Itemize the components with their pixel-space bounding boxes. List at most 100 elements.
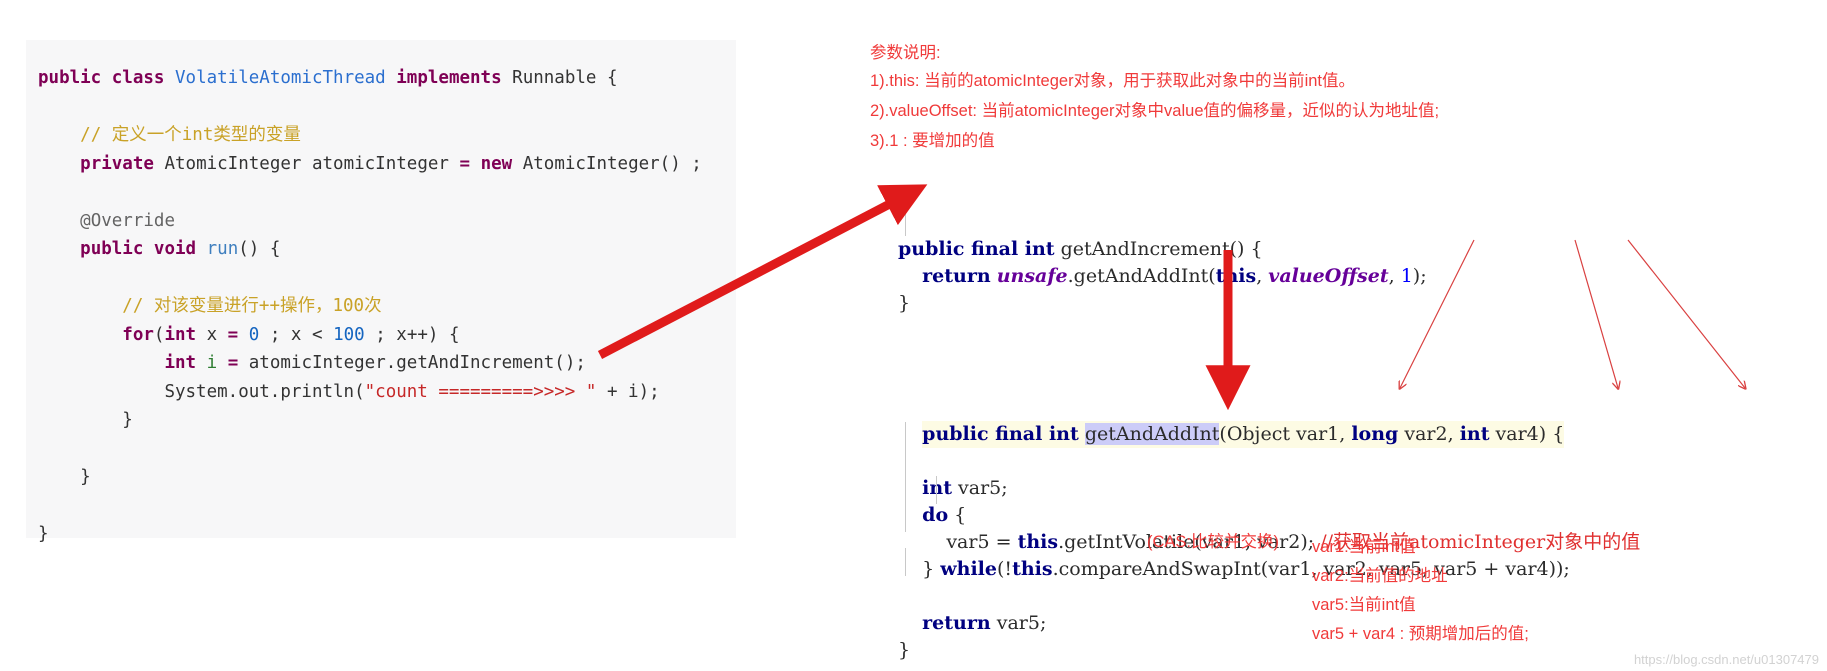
code-token: public final int	[922, 423, 1079, 445]
indent-guide-2	[905, 422, 906, 532]
code-token: private	[80, 153, 154, 174]
code-line: }	[26, 520, 736, 549]
var-legend-4: var5 + var4 : 预期增加后的值;	[1312, 625, 1529, 643]
code-line: public void run() {	[26, 235, 736, 264]
code-token: long	[1351, 423, 1399, 445]
code-token: class	[111, 68, 165, 88]
var-legend-3: var5:当前int值	[1312, 596, 1416, 614]
param-notes-title: 参数说明:	[870, 44, 941, 62]
param-note-3: 3).1 : 要增加的值	[870, 132, 995, 150]
code-token: unsafe	[996, 265, 1068, 287]
code-token: return	[922, 265, 991, 287]
code-token: var5;	[990, 612, 1047, 634]
indent-guide-4	[905, 548, 906, 576]
arrow-valueoffset-to-var2	[1574, 239, 1618, 388]
code-token: // 对该变量进行++操作，100次	[122, 296, 382, 316]
code-token: this	[1017, 531, 1059, 553]
code-line: private AtomicInteger atomicInteger = ne…	[26, 150, 736, 179]
code-token: }	[38, 524, 49, 544]
code-line: } while(!this.compareAndSwapInt(var1, va…	[898, 556, 1640, 583]
var-legend-1: var1:当前int值	[1312, 538, 1416, 556]
code-token: (!	[997, 558, 1013, 580]
code-token: this	[1012, 558, 1053, 580]
param-note-1: 1).this: 当前的atomicInteger对象，用于获取此对象中的当前i…	[870, 72, 1355, 90]
code-token: System.out.println(	[164, 381, 365, 402]
code-token: i	[206, 353, 218, 373]
code-token: do	[922, 504, 949, 526]
code-token: <	[312, 324, 323, 345]
code-token: public	[38, 68, 102, 88]
code-line: System.out.println("count =========>>>> …	[26, 378, 736, 407]
code-token: }	[898, 639, 911, 661]
code-token: }	[898, 292, 911, 314]
code-token: Runnable {	[501, 68, 618, 88]
code-token: ; x	[259, 324, 312, 345]
code-token: run	[206, 239, 239, 259]
code-token: ; x++) {	[364, 324, 460, 345]
code-token: x	[196, 324, 228, 345]
code-line: for(int x = 0 ; x < 100 ; x++) {	[26, 321, 736, 350]
code-token: ,	[1388, 265, 1401, 287]
code-token: public final int	[898, 238, 1055, 260]
code-line: }	[26, 463, 736, 492]
left-code-lines: public class VolatileAtomicThread implem…	[26, 64, 736, 549]
code-token: var2,	[1398, 423, 1460, 445]
code-token: .getAndAddInt(	[1067, 265, 1216, 287]
code-token: getAndIncrement() {	[1054, 238, 1263, 260]
code-token: while	[940, 558, 997, 580]
code-token: var4) {	[1489, 423, 1565, 445]
var-legend-2: var2:当前值的地址	[1312, 567, 1448, 585]
indent-guide-3	[936, 476, 937, 504]
get-and-increment-code: public final int getAndIncrement() { ret…	[898, 182, 1427, 371]
code-token: =	[459, 153, 471, 174]
code-token: );	[1412, 265, 1427, 287]
code-token: new	[480, 153, 513, 174]
code-token: ,	[1256, 265, 1269, 287]
code-token: int	[164, 353, 197, 373]
code-token: valueOffset	[1268, 265, 1389, 287]
code-token: =	[227, 324, 239, 345]
code-token: implements	[396, 68, 502, 88]
code-token: }	[38, 410, 133, 430]
code-token: (Object var1,	[1219, 423, 1352, 445]
code-token: void	[153, 239, 197, 259]
code-line: do {	[898, 502, 1640, 529]
code-token: atomicInteger.getAndIncrement();	[238, 353, 586, 373]
left-code-panel: public class VolatileAtomicThread implem…	[26, 40, 736, 544]
indent-guide-1	[905, 208, 906, 236]
code-line: return unsafe.getAndAddInt(this, valueOf…	[898, 263, 1427, 290]
code-token: var5;	[951, 477, 1008, 499]
get-and-add-int-signature: public final int getAndAddInt(Object var…	[922, 421, 1565, 448]
code-token: "count =========>>>> "	[364, 381, 597, 402]
code-token: getAndAddInt	[1084, 423, 1220, 445]
watermark: https://blog.csdn.net/u01307479	[1633, 652, 1819, 667]
code-token: // 定义一个int类型的变量	[80, 125, 301, 145]
code-token: var5 =	[898, 531, 1018, 553]
code-token: AtomicInteger atomicInteger	[153, 153, 460, 174]
arrow-one-to-var4	[1627, 239, 1745, 388]
code-line: }	[898, 290, 1427, 317]
code-token: AtomicInteger() ;	[512, 153, 702, 174]
code-line: public final int getAndIncrement() {	[898, 236, 1427, 263]
